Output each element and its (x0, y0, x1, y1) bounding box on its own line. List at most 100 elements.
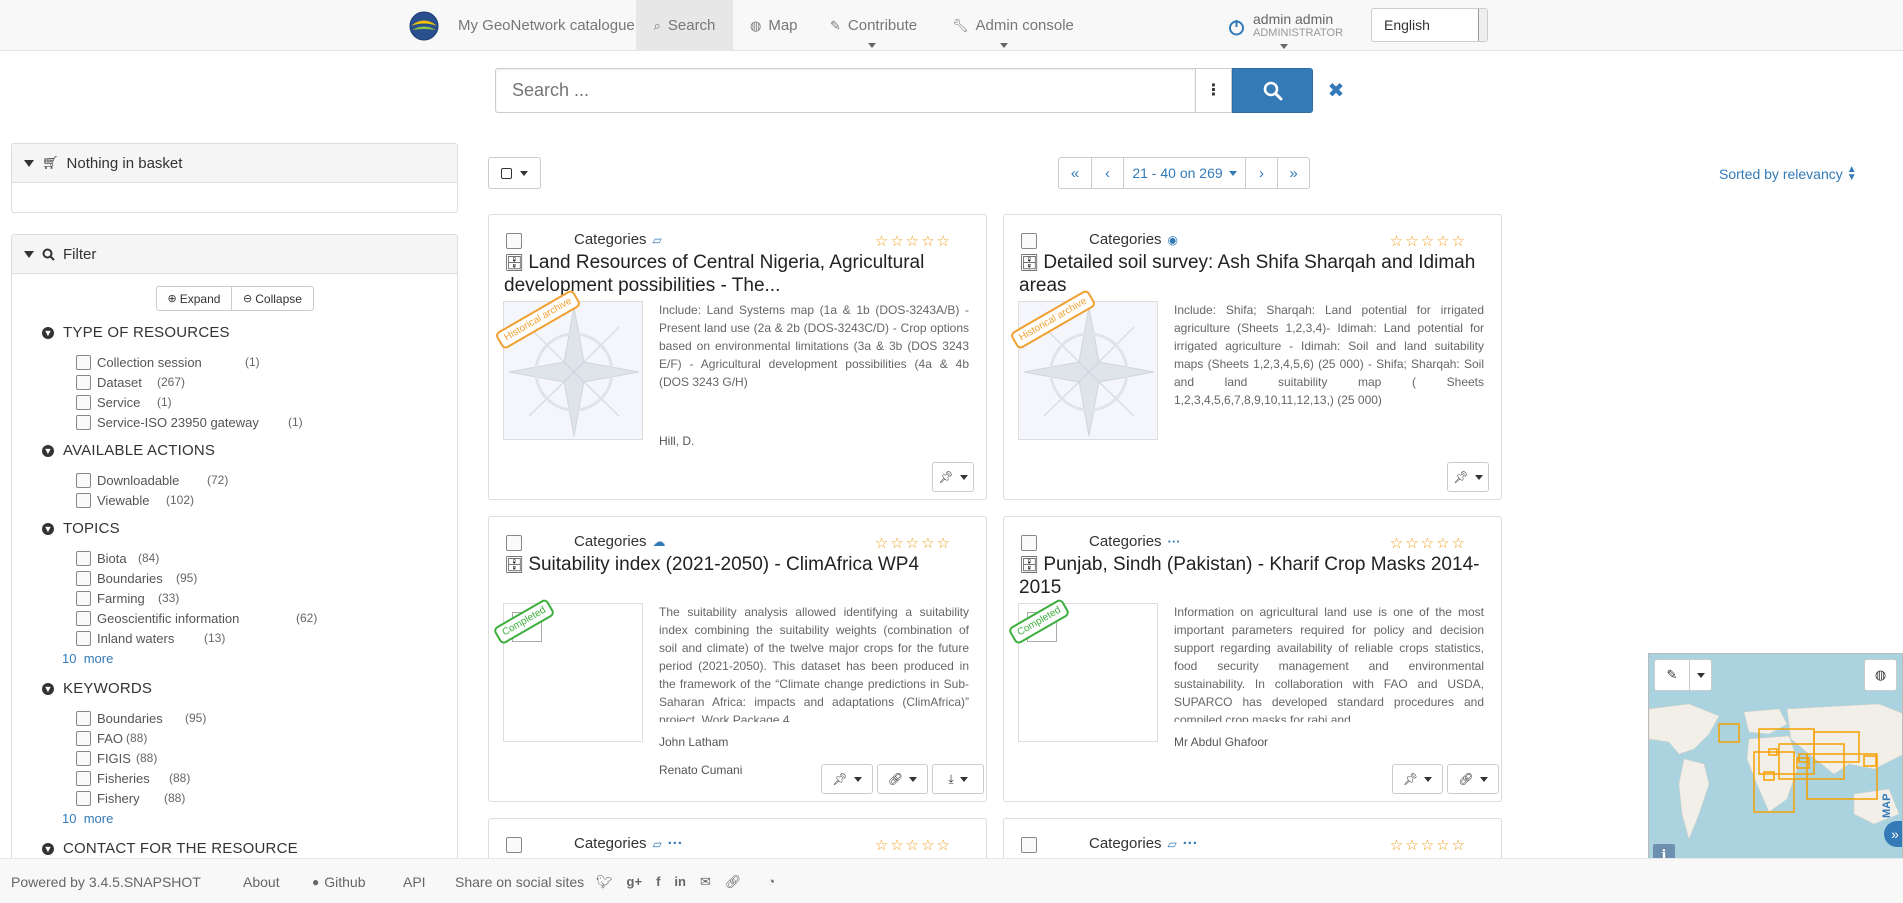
result-title[interactable]: 🗄︎ Land Resources of Central Nigeria, Agr… (504, 252, 974, 297)
download-dropdown-button[interactable]: ⤓ (932, 764, 984, 794)
facet-item[interactable]: Downloadable (72) (76, 471, 228, 489)
page-first-button[interactable]: « (1058, 157, 1092, 189)
result-checkbox[interactable] (506, 837, 522, 853)
result-checkbox[interactable] (506, 233, 522, 249)
facet-item[interactable]: Service (1) (76, 393, 172, 411)
page-last-button[interactable]: » (1278, 157, 1310, 189)
expand-map-button[interactable]: » (1884, 821, 1902, 847)
page-next-button[interactable]: › (1246, 157, 1278, 189)
result-title[interactable]: 🗄︎ Detailed soil survey: Ash Shifa Sharqa… (1019, 252, 1489, 297)
checkbox[interactable] (76, 394, 91, 410)
topics-more-link[interactable]: 10 more (62, 651, 113, 666)
facet-available-actions[interactable]: ▼ AVAILABLE ACTIONS (42, 442, 215, 459)
twitter-icon[interactable]: 🐦︎ (596, 874, 613, 890)
checkbox[interactable] (76, 570, 91, 586)
linkedin-icon[interactable]: in (674, 874, 686, 889)
checkbox[interactable] (76, 590, 91, 606)
nav-search-tab[interactable]: ⌕ Search (636, 0, 733, 51)
user-menu[interactable]: admin admin ADMINISTRATOR (1228, 12, 1343, 49)
facet-item[interactable]: Biota (84) (76, 549, 159, 567)
pin-dropdown-button[interactable]: 📌︎ (821, 764, 873, 794)
facet-item[interactable]: Viewable (102) (76, 491, 194, 509)
rating-stars[interactable]: ☆☆☆☆☆ (1390, 534, 1467, 552)
result-card[interactable]: Categories ☁ ☆☆☆☆☆ 🗄︎ Suitability index (2… (488, 516, 987, 802)
result-card[interactable]: Categories ◉ ☆☆☆☆☆ 🗄︎ Detailed soil survey… (1003, 214, 1502, 500)
clear-search-button[interactable]: ✖ (1326, 78, 1346, 102)
checkbox[interactable] (76, 374, 91, 390)
rating-stars[interactable]: ☆☆☆☆☆ (875, 232, 952, 250)
map-globe-button[interactable]: ◍ (1864, 659, 1897, 691)
facet-item[interactable]: Fishery (88) (76, 789, 185, 807)
draw-options-dropdown[interactable] (1690, 659, 1712, 691)
checkbox[interactable] (76, 354, 91, 370)
facet-item[interactable]: Boundaries (95) (76, 569, 197, 587)
checkbox[interactable] (76, 630, 91, 646)
rss-icon[interactable]: ◔ (767, 874, 775, 889)
facet-item[interactable]: Dataset (267) (76, 373, 185, 391)
collapse-button[interactable]: ⊖ Collapse (231, 286, 314, 311)
facet-item[interactable]: Geoscientific information (62) (76, 609, 317, 627)
page-prev-button[interactable]: ‹ (1092, 157, 1124, 189)
facet-topics[interactable]: ▼ TOPICS (42, 520, 120, 537)
basket-header[interactable]: 🛒︎ Nothing in basket (12, 144, 457, 183)
nav-contribute-menu[interactable]: ✎ Contribute (830, 0, 917, 51)
footer-about-link[interactable]: About (243, 859, 280, 903)
pin-dropdown-button[interactable]: 📌︎ (1392, 764, 1443, 794)
result-checkbox[interactable] (1021, 837, 1037, 853)
draw-extent-button[interactable]: ✎ (1654, 659, 1690, 691)
page-range-dropdown[interactable]: 21 - 40 on 269 (1124, 157, 1246, 189)
nav-admin-menu[interactable]: 🔧︎ Admin console (952, 0, 1074, 51)
facet-contact[interactable]: ▼ CONTACT FOR THE RESOURCE (42, 840, 298, 857)
facet-item[interactable]: Inland waters (13) (76, 629, 225, 647)
facet-item[interactable]: Boundaries (95) (76, 709, 206, 727)
footer-api-link[interactable]: API (403, 859, 426, 903)
search-input[interactable] (496, 69, 1196, 112)
facet-type-of-resources[interactable]: ▼ TYPE OF RESOURCES (42, 324, 230, 341)
expand-button[interactable]: ⊕ Expand (156, 286, 232, 311)
links-dropdown-button[interactable]: 🔗︎ (877, 764, 928, 794)
result-title[interactable]: 🗄︎ Suitability index (2021-2050) - ClimAf… (504, 554, 974, 577)
nav-map-tab[interactable]: ◍ Map (750, 0, 798, 51)
result-card[interactable]: Categories ··· ☆☆☆☆☆ 🗄︎ Punjab, Sindh (Pak… (1003, 516, 1502, 802)
envelope-icon[interactable]: ✉ (700, 874, 711, 890)
rating-stars[interactable]: ☆☆☆☆☆ (1390, 232, 1467, 250)
facet-item[interactable]: FIGIS (88) (76, 749, 157, 767)
nav-home[interactable]: My GeoNetwork catalogue (409, 0, 635, 51)
pin-dropdown-button[interactable]: 📌︎ (1447, 462, 1489, 492)
facet-item[interactable]: FAO (88) (76, 729, 147, 747)
checkbox[interactable] (76, 750, 91, 766)
language-select[interactable]: English (1371, 8, 1488, 42)
checkbox[interactable] (76, 790, 91, 806)
link-icon[interactable]: 🔗︎ (725, 874, 742, 890)
facet-item[interactable]: Fisheries (88) (76, 769, 190, 787)
select-all-dropdown[interactable] (488, 157, 541, 189)
checkbox[interactable] (76, 710, 91, 726)
facebook-icon[interactable]: f (656, 874, 660, 889)
result-title[interactable]: 🗄︎ Punjab, Sindh (Pakistan) - Kharif Crop… (1019, 554, 1489, 599)
checkbox[interactable] (76, 610, 91, 626)
google-plus-icon[interactable]: g+ (627, 874, 643, 889)
search-submit-button[interactable] (1232, 68, 1313, 113)
result-checkbox[interactable] (506, 535, 522, 551)
checkbox[interactable] (76, 492, 91, 508)
links-dropdown-button[interactable]: 🔗︎ (1447, 764, 1499, 794)
filter-header[interactable]: Filter (12, 235, 457, 274)
result-checkbox[interactable] (1021, 535, 1037, 551)
facet-item[interactable]: Farming (33) (76, 589, 179, 607)
checkbox[interactable] (76, 472, 91, 488)
facet-item[interactable]: Collection session (1) (76, 353, 260, 371)
facet-keywords[interactable]: ▼ KEYWORDS (42, 680, 152, 697)
result-card[interactable]: Categories ▱ ☆☆☆☆☆ 🗄︎ Land Resources of Ce… (488, 214, 987, 500)
footer-github-link[interactable]: ● Github (312, 859, 366, 903)
rating-stars[interactable]: ☆☆☆☆☆ (875, 836, 952, 854)
pin-dropdown-button[interactable]: 📌︎ (932, 462, 974, 492)
checkbox[interactable] (76, 550, 91, 566)
rating-stars[interactable]: ☆☆☆☆☆ (875, 534, 952, 552)
checkbox[interactable] (76, 414, 91, 430)
checkbox[interactable] (76, 770, 91, 786)
result-checkbox[interactable] (1021, 233, 1037, 249)
rating-stars[interactable]: ☆☆☆☆☆ (1390, 836, 1467, 854)
search-options-button[interactable]: ⋮ (1196, 68, 1232, 113)
sort-dropdown[interactable]: Sorted by relevancy ▲ ▼ (1719, 165, 1857, 183)
facet-item[interactable]: Service-ISO 23950 gateway (1) (76, 413, 303, 431)
